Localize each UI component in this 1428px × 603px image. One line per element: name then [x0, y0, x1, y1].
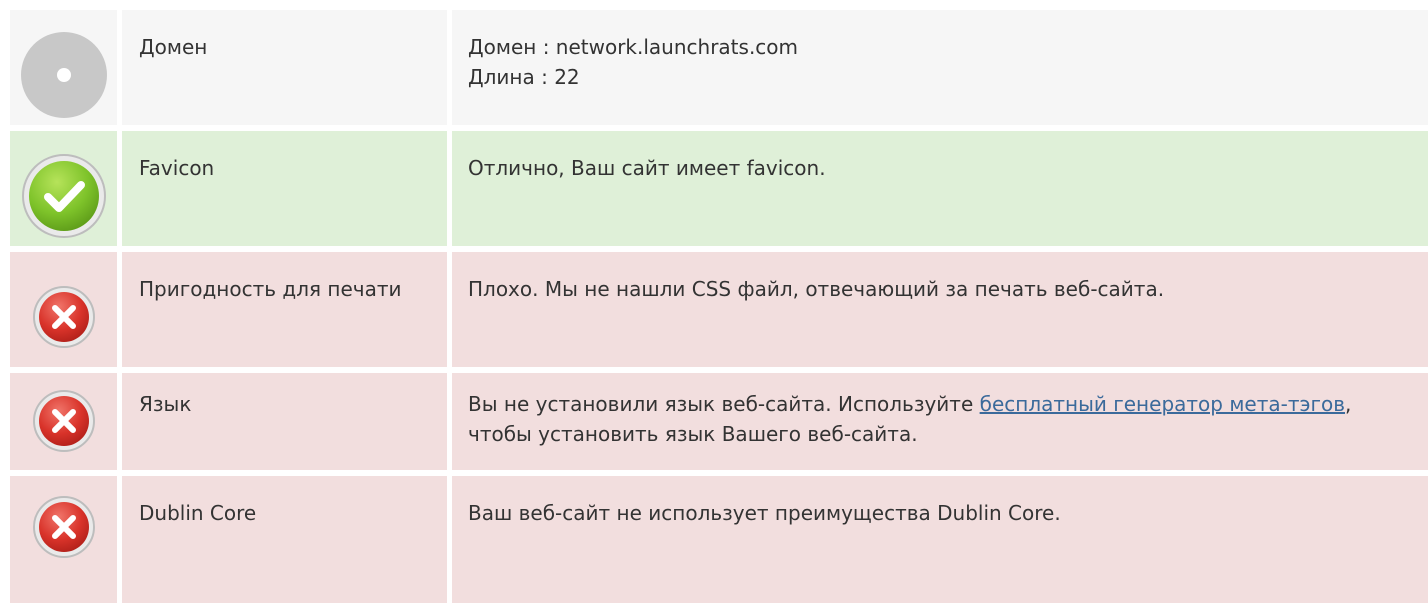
error-x-icon	[21, 484, 107, 570]
status-cell	[10, 476, 117, 603]
domain-length-line: Длина : 22	[468, 65, 580, 89]
result-text-cell: Вы не установили язык веб-сайта. Использ…	[452, 373, 1428, 470]
result-row-favicon: Favicon Отлично, Ваш сайт имеет favicon.	[0, 131, 1428, 246]
status-cell	[10, 252, 117, 367]
status-cell	[10, 131, 117, 246]
result-row-language: Язык Вы не установили язык веб-сайта. Ис…	[0, 373, 1428, 470]
result-text: Вы не установили язык веб-сайта. Использ…	[468, 389, 1412, 449]
result-text-cell: Домен : network.launchrats.com Длина : 2…	[452, 10, 1428, 125]
criterion-label-cell: Домен	[122, 10, 447, 125]
result-text-before: Вы не установили язык веб-сайта. Использ…	[468, 392, 980, 416]
criterion-label: Пригодность для печати	[139, 277, 402, 301]
criterion-label-cell: Пригодность для печати	[122, 252, 447, 367]
result-row-print: Пригодность для печати Плохо. Мы не нашл…	[0, 252, 1428, 367]
result-text: Плохо. Мы не нашли CSS файл, отвечающий …	[468, 277, 1165, 301]
result-row-domain: Домен Домен : network.launchrats.com Дли…	[0, 10, 1428, 125]
criterion-label: Домен	[139, 35, 208, 59]
check-icon	[21, 153, 107, 239]
result-text: Ваш веб-сайт не использует преимущества …	[468, 501, 1061, 525]
result-text: Отлично, Ваш сайт имеет favicon.	[468, 156, 826, 180]
criterion-label-cell: Dublin Core	[122, 476, 447, 603]
criterion-label-cell: Язык	[122, 373, 447, 470]
result-text-cell: Плохо. Мы не нашли CSS файл, отвечающий …	[452, 252, 1428, 367]
criterion-label: Favicon	[139, 156, 215, 180]
criterion-label: Dublin Core	[139, 501, 257, 525]
error-x-icon	[21, 274, 107, 360]
status-cell	[10, 10, 117, 125]
domain-name-line: Домен : network.launchrats.com	[468, 35, 799, 59]
criterion-label-cell: Favicon	[122, 131, 447, 246]
criterion-label: Язык	[139, 392, 192, 416]
info-neutral-icon	[21, 32, 107, 118]
error-x-icon	[21, 378, 107, 464]
result-text-cell: Отлично, Ваш сайт имеет favicon.	[452, 131, 1428, 246]
meta-tag-generator-link[interactable]: бесплатный генератор мета-тэгов	[980, 392, 1345, 416]
result-text-cell: Ваш веб-сайт не использует преимущества …	[452, 476, 1428, 603]
result-row-dublin-core: Dublin Core Ваш веб-сайт не использует п…	[0, 476, 1428, 603]
status-cell	[10, 373, 117, 470]
